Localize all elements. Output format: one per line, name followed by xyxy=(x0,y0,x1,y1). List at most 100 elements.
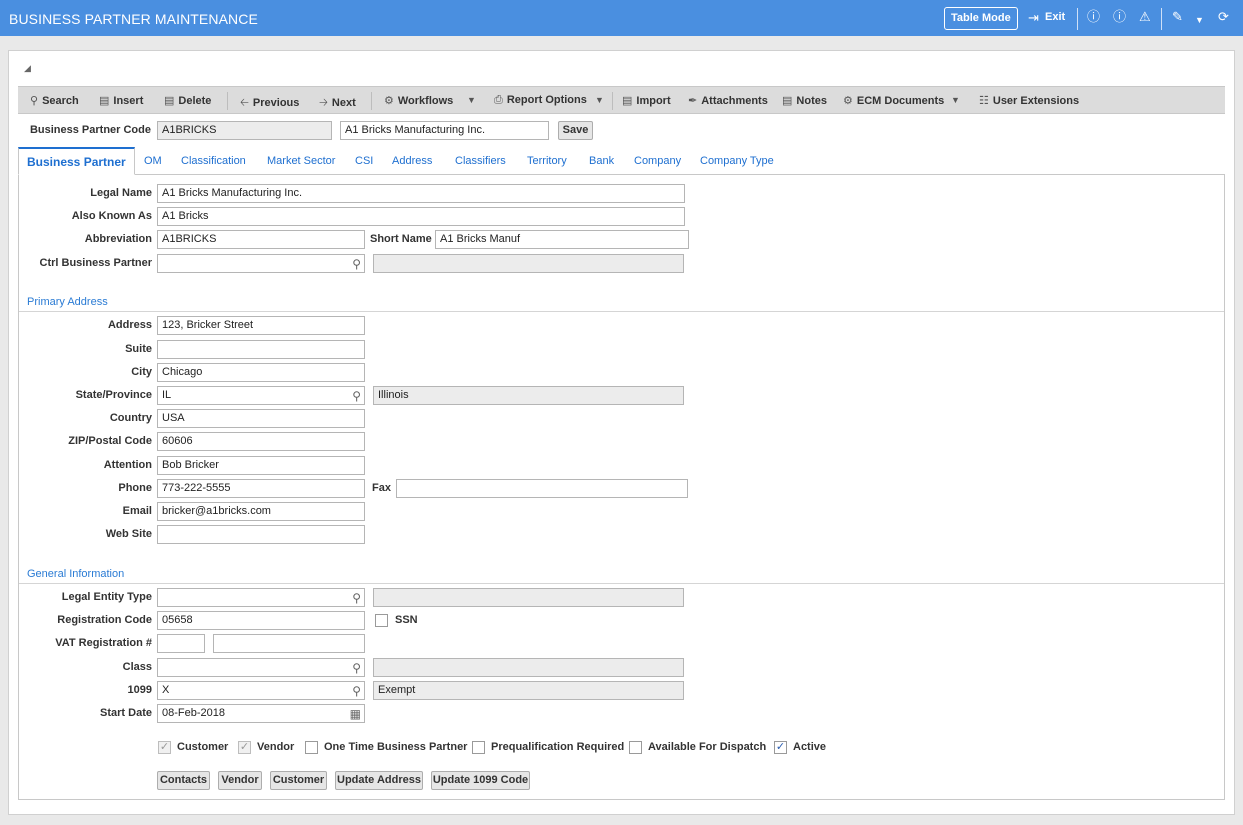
report-options-button[interactable]: ⎙ Report Options xyxy=(494,94,587,107)
chevron-down-icon[interactable]: ▼ xyxy=(1195,13,1204,27)
workflows-button[interactable]: ⚙ Workflows xyxy=(384,94,453,107)
search-icon[interactable]: ⚲ xyxy=(352,590,361,606)
separator xyxy=(1161,8,1162,30)
customer-button[interactable]: Customer xyxy=(270,771,327,790)
vat-field-2[interactable] xyxy=(213,634,365,653)
delete-button[interactable]: ▤ Delete xyxy=(164,94,211,107)
tab-company[interactable]: Company xyxy=(634,155,681,167)
registration-code-field[interactable]: 05658 xyxy=(157,611,365,630)
tab-business-partner[interactable]: Business Partner xyxy=(18,147,135,175)
ecm-documents-button[interactable]: ⚙ ECM Documents xyxy=(843,94,944,107)
alert-icon[interactable]: ⚠ xyxy=(1139,10,1151,24)
paperclip-icon: ✒ xyxy=(688,95,698,107)
bp-code-label: Business Partner Code xyxy=(29,124,151,136)
website-field[interactable] xyxy=(157,525,365,544)
edit-icon[interactable]: ✎ xyxy=(1172,10,1183,24)
refresh-icon[interactable]: ⟳ xyxy=(1218,10,1229,24)
country-field[interactable]: USA xyxy=(157,409,365,428)
search-icon[interactable]: ⚲ xyxy=(352,660,361,676)
help-icon[interactable]: ⓘ xyxy=(1113,10,1126,24)
legal-entity-description xyxy=(373,588,684,607)
tab-bank[interactable]: Bank xyxy=(589,155,614,167)
attention-field[interactable]: Bob Bricker xyxy=(157,456,365,475)
address-field[interactable]: 123, Bricker Street xyxy=(157,316,365,335)
aka-field[interactable]: A1 Bricks xyxy=(157,207,685,226)
search-icon[interactable]: ⚲ xyxy=(352,388,361,404)
table-mode-button[interactable]: Table Mode xyxy=(944,7,1018,30)
abbreviation-label: Abbreviation xyxy=(84,233,152,245)
email-field[interactable]: bricker@a1bricks.com xyxy=(157,502,365,521)
vat-field-1[interactable] xyxy=(157,634,205,653)
tab-classifiers[interactable]: Classifiers xyxy=(455,155,506,167)
update-1099-button[interactable]: Update 1099 Code xyxy=(431,771,530,790)
update-address-button[interactable]: Update Address xyxy=(335,771,423,790)
previous-button[interactable]: 🡠 Previous xyxy=(240,94,299,113)
legal-name-field[interactable]: A1 Bricks Manufacturing Inc. xyxy=(157,184,685,203)
workflows-dropdown-icon[interactable]: ▼ xyxy=(467,95,476,105)
insert-button[interactable]: ▤ Insert xyxy=(99,94,143,107)
save-button[interactable]: Save xyxy=(558,121,593,140)
short-name-field[interactable]: A1 Bricks Manuf xyxy=(435,230,689,249)
report-options-dropdown-icon[interactable]: ▼ xyxy=(595,95,604,105)
one-time-bp-checkbox[interactable] xyxy=(305,741,318,754)
attachments-button[interactable]: ✒ Attachments xyxy=(688,94,768,107)
vendor-button[interactable]: Vendor xyxy=(218,771,262,790)
phone-field[interactable]: 773-222-5555 xyxy=(157,479,365,498)
vendor-checkbox-label: Vendor xyxy=(257,741,295,753)
user-extensions-button[interactable]: ☷ User Extensions xyxy=(979,94,1079,107)
exit-icon[interactable]: ⇥ xyxy=(1028,11,1039,25)
hierarchy-icon: ☷ xyxy=(979,95,989,107)
exit-button[interactable]: Exit xyxy=(1045,11,1065,23)
registration-code-label: Registration Code xyxy=(57,614,152,626)
search-icon[interactable]: ⚲ xyxy=(352,683,361,699)
t1099-field[interactable]: X ⚲ xyxy=(157,681,365,700)
title-bar: BUSINESS PARTNER MAINTENANCE Table Mode … xyxy=(0,0,1243,36)
suite-field[interactable] xyxy=(157,340,365,359)
tab-market-sector[interactable]: Market Sector xyxy=(267,155,335,167)
zip-field[interactable]: 60606 xyxy=(157,432,365,451)
separator xyxy=(612,92,613,110)
info-icon[interactable]: ⓘ xyxy=(1087,10,1100,24)
tab-classification[interactable]: Classification xyxy=(181,155,246,167)
calendar-icon[interactable]: ▦ xyxy=(350,706,361,722)
legal-name-label: Legal Name xyxy=(90,187,152,199)
email-label: Email xyxy=(122,505,152,517)
ssn-checkbox[interactable] xyxy=(375,614,388,627)
start-date-field[interactable]: 08-Feb-2018 ▦ xyxy=(157,704,365,723)
tab-company-type[interactable]: Company Type xyxy=(700,155,774,167)
state-field[interactable]: IL ⚲ xyxy=(157,386,365,405)
next-button[interactable]: 🡢 Next xyxy=(319,94,356,113)
vendor-checkbox: ✓ xyxy=(238,741,251,754)
separator xyxy=(227,92,228,110)
legal-entity-label: Legal Entity Type xyxy=(61,591,152,603)
contacts-button[interactable]: Contacts xyxy=(157,771,210,790)
active-checkbox[interactable]: ✓ xyxy=(774,741,787,754)
prequalification-checkbox[interactable] xyxy=(472,741,485,754)
ecm-icon: ⚙ xyxy=(843,95,853,107)
ecm-dropdown-icon[interactable]: ▼ xyxy=(951,95,960,105)
abbreviation-field[interactable]: A1BRICKS xyxy=(157,230,365,249)
import-button[interactable]: ▤ Import xyxy=(622,94,671,107)
dispatch-checkbox[interactable] xyxy=(629,741,642,754)
ctrl-bp-field[interactable]: ⚲ xyxy=(157,254,365,273)
collapse-icon[interactable]: ◢ xyxy=(24,63,31,74)
tab-csi[interactable]: CSI xyxy=(355,155,373,167)
tab-territory[interactable]: Territory xyxy=(527,155,567,167)
notes-button[interactable]: ▤ Notes xyxy=(782,94,827,107)
search-icon[interactable]: ⚲ xyxy=(352,256,361,272)
fax-field[interactable] xyxy=(396,479,688,498)
country-label: Country xyxy=(109,412,152,424)
tab-address[interactable]: Address xyxy=(392,155,432,167)
short-name-label: Short Name xyxy=(370,233,432,245)
bp-name-field[interactable]: A1 Bricks Manufacturing Inc. xyxy=(340,121,549,140)
legal-entity-field[interactable]: ⚲ xyxy=(157,588,365,607)
customer-checkbox: ✓ xyxy=(158,741,171,754)
class-field[interactable]: ⚲ xyxy=(157,658,365,677)
search-button[interactable]: ⚲ Search xyxy=(30,94,79,107)
website-label: Web Site xyxy=(105,528,152,540)
tab-om[interactable]: OM xyxy=(144,155,162,167)
state-description: Illinois xyxy=(373,386,684,405)
city-field[interactable]: Chicago xyxy=(157,363,365,382)
bp-code-field[interactable]: A1BRICKS xyxy=(157,121,332,140)
t1099-label: 1099 xyxy=(127,684,152,696)
